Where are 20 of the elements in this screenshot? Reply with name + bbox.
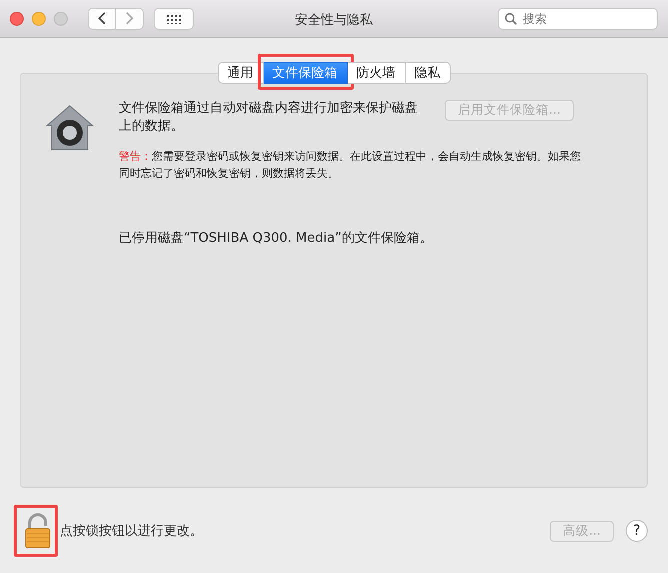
help-button[interactable]: ?	[626, 520, 648, 542]
close-button[interactable]	[10, 12, 24, 26]
back-button[interactable]	[88, 8, 116, 30]
tab[interactable]: 隐私	[406, 62, 450, 84]
grid-icon	[166, 14, 182, 24]
show-all-button[interactable]	[154, 8, 194, 30]
window-title: 安全性与隐私	[295, 12, 373, 29]
warning-text: 警告：您需要登录密码或恢复密钥来访问数据。在此设置过程中，会自动生成恢复密钥。如果您同时忘记了密码和恢复密钥，则数据将丢失。	[119, 149, 581, 182]
house-safe-icon	[45, 104, 95, 152]
tab[interactable]: 文件保险箱	[264, 62, 348, 84]
search-field[interactable]: 搜索	[498, 8, 658, 30]
tab[interactable]: 防火墙	[348, 62, 406, 84]
lock-hint-text: 点按锁按钮以进行更改。	[60, 523, 203, 540]
search-icon	[505, 12, 517, 24]
chevron-left-icon	[98, 12, 106, 25]
tab[interactable]: 通用	[218, 62, 264, 84]
minimize-button[interactable]	[32, 12, 46, 26]
status-text: 已停用磁盘“TOSHIBA Q300. Media”的文件保险箱。	[119, 230, 434, 247]
chevron-right-icon	[126, 12, 134, 25]
description-text: 文件保险箱通过自动对磁盘内容进行加密来保护磁盘上的数据。	[119, 100, 419, 136]
